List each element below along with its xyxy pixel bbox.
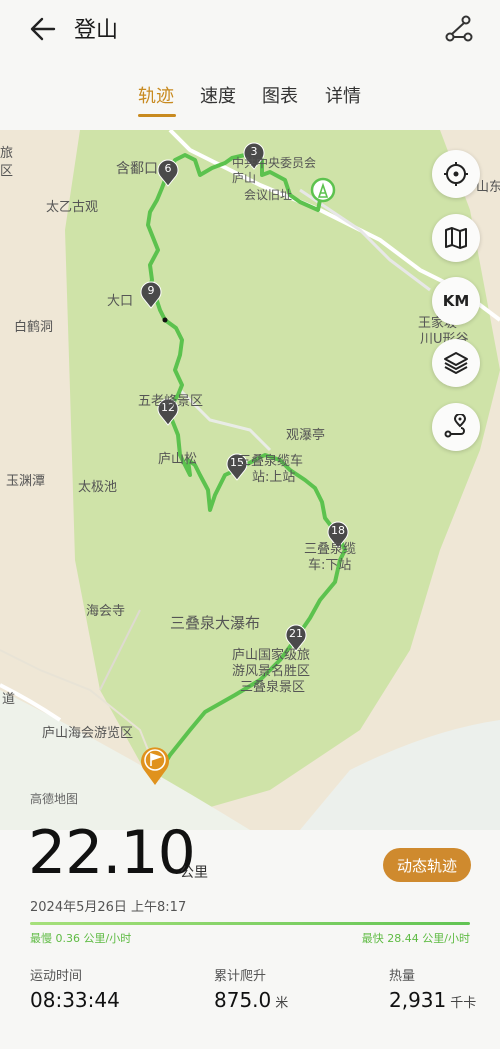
stat-value-duration: 08:33:44: [30, 988, 120, 1012]
tab-bar: 轨迹 速度 图表 详情: [0, 82, 500, 118]
map-label: 会议旧址: [244, 188, 293, 202]
map-label: 太极池: [78, 480, 118, 495]
stat-label-duration: 运动时间: [30, 969, 83, 984]
map-label: 观瀑亭: [286, 428, 326, 443]
km-label: KM: [442, 292, 470, 310]
stat-value-ascent: 875.0 米: [214, 988, 289, 1012]
map-label: 道: [2, 692, 16, 707]
map-provider: 高德地图: [30, 792, 79, 806]
map-label: 庐山海会游览区: [42, 726, 134, 741]
tab-speed[interactable]: 速度: [200, 82, 236, 108]
km-marker: 6: [157, 159, 179, 187]
km-toggle-button[interactable]: KM: [432, 277, 480, 325]
map-label: 庐山松: [158, 452, 198, 467]
activity-datetime: 2024年5月26日 上午8:17: [30, 900, 187, 915]
stat-value-calories: 2,931 千卡: [389, 988, 477, 1012]
map-type-button[interactable]: [432, 214, 480, 262]
map-label: 中共中央委员会庐山: [232, 156, 317, 185]
layers-button[interactable]: [432, 339, 480, 387]
map-label: 区: [0, 164, 14, 179]
stat-label-ascent: 累计爬升: [214, 969, 267, 984]
map-label: 大口: [107, 294, 134, 309]
map-label: 三叠泉大瀑布: [170, 614, 261, 632]
map-label: 山东: [476, 180, 500, 195]
map-label: 五老峰景区: [138, 394, 204, 409]
active-tab-indicator: [138, 114, 176, 117]
locate-button[interactable]: [432, 150, 480, 198]
tab-track[interactable]: 轨迹: [138, 82, 174, 108]
map-label: 海会寺: [86, 604, 126, 619]
map-label: 白鹤洞: [14, 320, 54, 335]
map-label: 太乙古观: [46, 200, 99, 215]
route-pin-icon: [444, 414, 467, 438]
top-bar: 登山: [0, 0, 500, 60]
slowest-speed: 最慢 0.36 公里/小时: [30, 932, 132, 945]
back-arrow-icon[interactable]: [28, 14, 60, 44]
map-label: 三叠泉景区: [240, 680, 306, 695]
tab-chart[interactable]: 图表: [262, 82, 298, 108]
share-route-icon[interactable]: [444, 14, 474, 44]
layers-icon: [444, 352, 468, 374]
stat-label-calories: 热量: [389, 969, 416, 984]
fastest-speed: 最快 28.44 公里/小时: [361, 932, 470, 945]
route-map[interactable]: 3 6 9 12 15 18 21 旅 区 含鄱口 太乙古观 大口 白鹤洞 五老…: [0, 130, 500, 830]
dynamic-track-button[interactable]: 动态轨迹: [383, 848, 471, 882]
page-title: 登山: [74, 18, 119, 43]
speed-gradient-bar: [30, 922, 470, 925]
total-distance: 22.10: [28, 818, 196, 888]
tab-details[interactable]: 详情: [325, 82, 361, 108]
route-pin-button[interactable]: [432, 403, 480, 451]
map-label: 站:上站: [252, 470, 296, 485]
distance-unit: 公里: [180, 865, 208, 881]
map-label: 含鄱口: [116, 161, 158, 177]
map-icon: [445, 227, 467, 249]
map-label: 车:下站: [308, 558, 352, 573]
locate-icon: [444, 162, 468, 186]
map-label: 旅: [0, 146, 14, 161]
km-marker: 9: [140, 281, 162, 309]
map-label: 玉渊潭: [6, 474, 46, 489]
